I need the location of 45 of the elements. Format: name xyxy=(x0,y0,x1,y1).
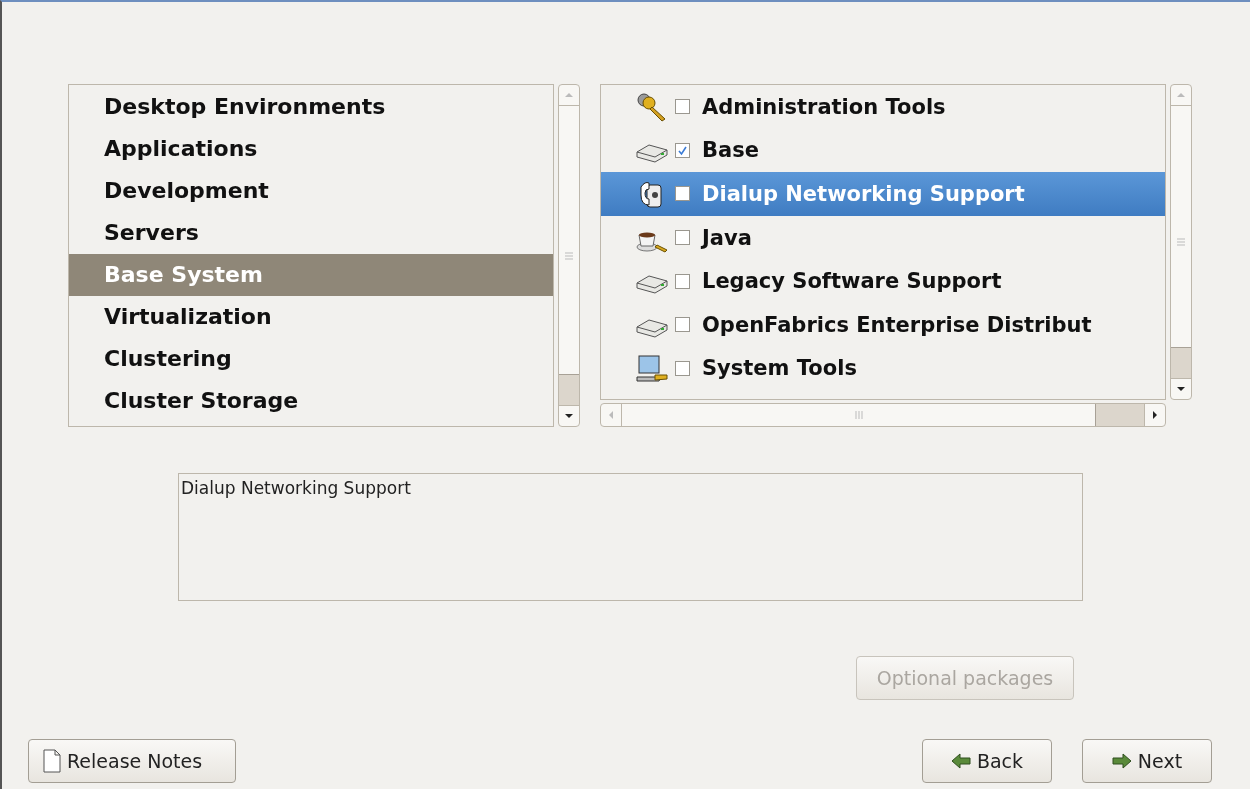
category-item[interactable]: Development xyxy=(69,170,553,212)
group-item[interactable]: System Tools xyxy=(601,346,1165,391)
scrollbar-thumb[interactable] xyxy=(1095,404,1144,426)
down-arrow-icon[interactable] xyxy=(564,412,574,420)
description-text: Dialup Networking Support xyxy=(181,478,411,498)
checkbox[interactable] xyxy=(675,186,690,202)
down-arrow-icon[interactable] xyxy=(1176,385,1186,393)
grip-icon xyxy=(564,251,574,260)
scrollbar-thumb[interactable] xyxy=(1171,347,1191,378)
up-arrow-icon[interactable] xyxy=(1176,91,1186,99)
left-arrow-icon xyxy=(950,753,971,769)
group-item[interactable]: OpenFabrics Enterprise Distribut xyxy=(601,302,1165,347)
vertical-scrollbar[interactable] xyxy=(1170,84,1192,400)
group-item[interactable]: Dialup Networking Support xyxy=(601,172,1165,216)
checkbox[interactable] xyxy=(675,317,690,333)
checkbox[interactable] xyxy=(675,273,690,289)
vertical-scrollbar[interactable] xyxy=(558,84,580,427)
right-arrow-icon xyxy=(1111,753,1132,769)
horizontal-scrollbar[interactable] xyxy=(600,403,1166,427)
category-item[interactable]: Virtualization xyxy=(69,296,553,338)
left-arrow-icon[interactable] xyxy=(607,410,615,420)
document-icon xyxy=(43,749,61,773)
checkbox[interactable] xyxy=(675,142,690,158)
right-arrow-icon[interactable] xyxy=(1151,410,1159,420)
category-item[interactable]: Base System xyxy=(69,254,553,296)
category-item[interactable]: Desktop Environments xyxy=(69,86,553,128)
grip-icon xyxy=(1176,238,1186,246)
group-item[interactable]: Java xyxy=(601,215,1165,260)
group-item[interactable]: Base xyxy=(601,128,1165,173)
scrollbar-thumb[interactable] xyxy=(559,374,579,405)
category-item[interactable]: Clustering xyxy=(69,338,553,380)
group-item[interactable]: Administration Tools xyxy=(601,85,1165,129)
category-item[interactable]: Cluster Storage xyxy=(69,380,553,422)
checkbox[interactable] xyxy=(675,230,690,246)
release-notes-button[interactable]: Release Notes xyxy=(28,739,236,783)
category-item[interactable]: Servers xyxy=(69,212,553,254)
back-button[interactable]: Back xyxy=(922,739,1052,783)
checkbox[interactable] xyxy=(675,360,690,376)
category-item[interactable]: Applications xyxy=(69,128,553,170)
up-arrow-icon[interactable] xyxy=(564,91,574,99)
checkbox[interactable] xyxy=(675,99,690,115)
group-item[interactable]: Legacy Software Support xyxy=(601,259,1165,303)
next-button[interactable]: Next xyxy=(1082,739,1212,783)
grip-icon xyxy=(854,410,863,420)
computer-icon xyxy=(635,353,669,384)
